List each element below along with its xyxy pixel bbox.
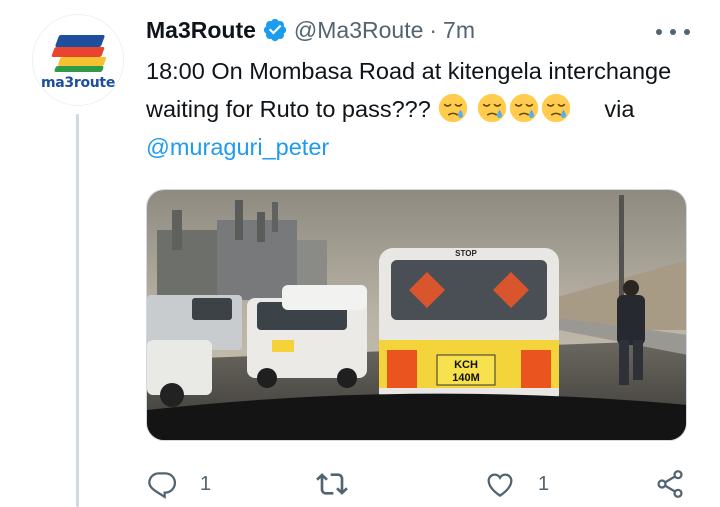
share-button[interactable] [654, 466, 686, 502]
timestamp[interactable]: 7m [443, 17, 475, 44]
via-label: via [604, 96, 635, 122]
like-count: 1 [538, 472, 550, 495]
van-plate-line1: KCH [454, 359, 478, 371]
share-icon [657, 470, 683, 498]
photo-scene: KCH 140M STOP [147, 190, 686, 440]
display-name[interactable]: Ma3Route [146, 17, 256, 44]
avatar-logo-text: ma3route [40, 75, 116, 91]
logo-book-icon-4 [53, 66, 105, 72]
sleepy-face-emoji [509, 93, 539, 123]
handle[interactable]: @Ma3Route [294, 17, 423, 44]
tweet-text-main: 18:00 On Mombasa Road at kitengela inter… [146, 58, 672, 122]
tweet-content: Ma3Route @Ma3Route · 7m 18:00 On Mombasa… [146, 12, 694, 166]
avatar[interactable]: ma3route [32, 14, 124, 106]
like-icon [487, 473, 513, 497]
tweet-actions: 1 1 [146, 466, 694, 502]
sleepy-face-emoji [439, 93, 468, 123]
verified-badge-icon [263, 18, 287, 42]
sleepy-face-emoji-group-2 [476, 93, 572, 123]
reply-button[interactable]: 1 [146, 466, 211, 502]
avatar-column: ma3route [32, 14, 124, 106]
reply-icon [148, 472, 177, 499]
tweet-header: Ma3Route @Ma3Route · 7m [146, 12, 694, 48]
more-icon[interactable] [656, 22, 690, 42]
tweet-text: 18:00 On Mombasa Road at kitengela inter… [146, 52, 694, 166]
logo-book-icon-3 [57, 57, 107, 66]
retweet-button[interactable] [316, 466, 370, 502]
sleepy-face-emoji-group-1 [437, 93, 476, 123]
logo-book-icon [54, 35, 106, 47]
reply-count: 1 [200, 472, 212, 495]
mention-link[interactable]: @muraguri_peter [146, 134, 329, 160]
thread-line [76, 114, 79, 507]
sleepy-face-emoji [541, 93, 571, 123]
van-stop-sign: STOP [455, 249, 477, 258]
separator-dot: · [429, 16, 438, 43]
tweet-photo[interactable]: KCH 140M STOP [146, 189, 687, 441]
sleepy-face-emoji [477, 93, 507, 123]
logo-book-icon-2 [51, 47, 105, 57]
retweet-icon [316, 473, 348, 495]
like-button[interactable]: 1 [484, 466, 549, 502]
van-plate-line2: 140M [452, 372, 480, 384]
